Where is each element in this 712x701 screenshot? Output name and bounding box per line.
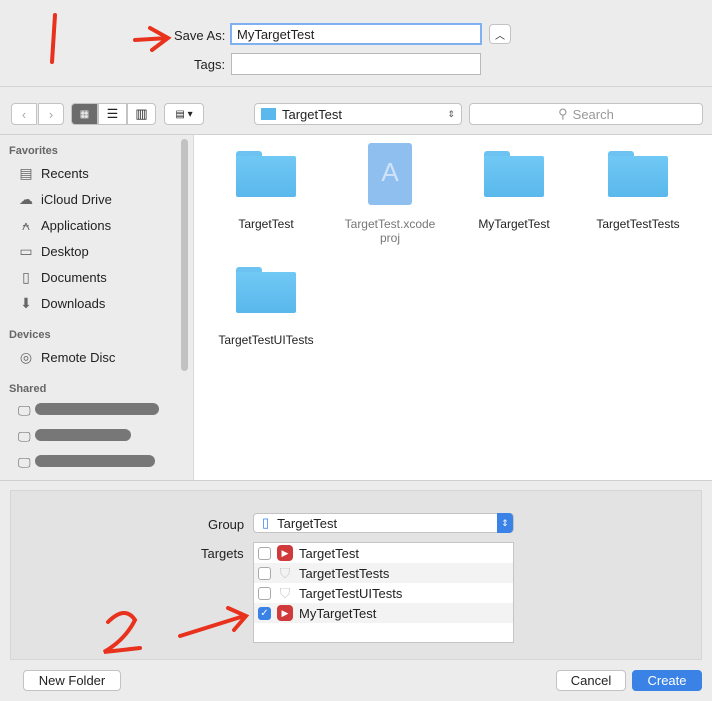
annotation-arrow-1 [133, 26, 172, 52]
annotation-arrow-2 [178, 606, 250, 638]
annotations [50, 13, 250, 654]
annotation-one-mark [50, 13, 57, 64]
annotation-two-mark [102, 611, 142, 654]
